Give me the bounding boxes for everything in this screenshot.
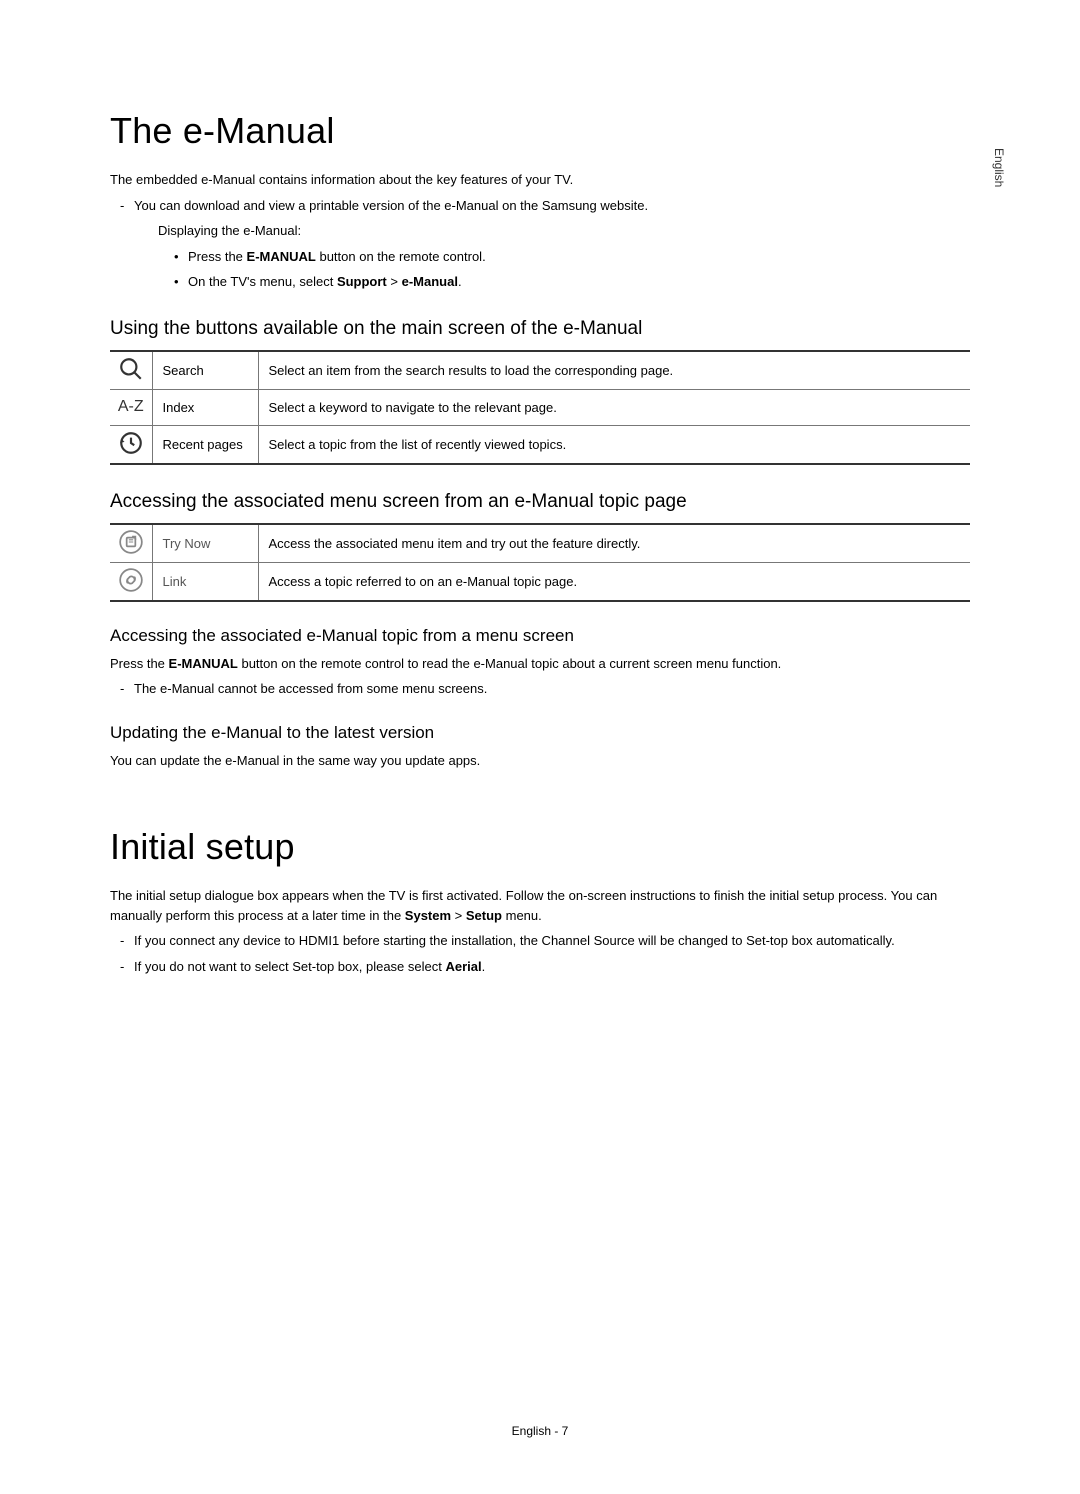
link-icon [110, 562, 152, 601]
intro-paragraph: The embedded e-Manual contains informati… [110, 170, 970, 190]
recent-icon [110, 425, 152, 464]
link-label: Link [152, 562, 258, 601]
from-menu-paragraph: Press the E-MANUAL button on the remote … [110, 654, 970, 674]
updating-paragraph: You can update the e-Manual in the same … [110, 751, 970, 771]
note-text: You can download and view a printable ve… [134, 198, 648, 213]
table-row: Search Select an item from the search re… [110, 351, 970, 390]
step-press-button: Press the E-MANUAL button on the remote … [174, 247, 970, 267]
heading-using-buttons: Using the buttons available on the main … [110, 318, 970, 340]
table-row: Link Access a topic referred to on an e-… [110, 562, 970, 601]
heading-accessing-menu: Accessing the associated menu screen fro… [110, 491, 970, 513]
search-desc: Select an item from the search results t… [258, 351, 970, 390]
document-page: English The e-Manual The embedded e-Manu… [0, 0, 1080, 1494]
trynow-label: Try Now [152, 524, 258, 563]
page-footer: English - 7 [0, 1424, 1080, 1438]
trynow-icon [110, 524, 152, 563]
heading-e-manual: The e-Manual [110, 110, 970, 152]
recent-label: Recent pages [152, 425, 258, 464]
heading-from-menu: Accessing the associated e-Manual topic … [110, 626, 970, 646]
step-menu-select: On the TV's menu, select Support > e-Man… [174, 272, 970, 292]
note-aerial: If you do not want to select Set-top box… [124, 957, 970, 977]
heading-initial-setup: Initial setup [110, 826, 970, 868]
note-download: You can download and view a printable ve… [124, 196, 970, 292]
index-label: Index [152, 389, 258, 425]
trynow-desc: Access the associated menu item and try … [258, 524, 970, 563]
table-row: Recent pages Select a topic from the lis… [110, 425, 970, 464]
recent-desc: Select a topic from the list of recently… [258, 425, 970, 464]
displaying-steps: Press the E-MANUAL button on the remote … [134, 247, 970, 292]
table-row: A-Z Index Select a keyword to navigate t… [110, 389, 970, 425]
from-menu-notes: The e-Manual cannot be accessed from som… [110, 679, 970, 699]
note-list: You can download and view a printable ve… [110, 196, 970, 292]
displaying-label: Displaying the e-Manual: [134, 221, 970, 241]
index-desc: Select a keyword to navigate to the rele… [258, 389, 970, 425]
buttons-table: Search Select an item from the search re… [110, 350, 970, 465]
initial-setup-paragraph: The initial setup dialogue box appears w… [110, 886, 970, 925]
access-table: Try Now Access the associated menu item … [110, 523, 970, 602]
from-menu-note: The e-Manual cannot be accessed from som… [124, 679, 970, 699]
note-hdmi: If you connect any device to HDMI1 befor… [124, 931, 970, 951]
heading-updating: Updating the e-Manual to the latest vers… [110, 723, 970, 743]
table-row: Try Now Access the associated menu item … [110, 524, 970, 563]
search-label: Search [152, 351, 258, 390]
index-icon: A-Z [110, 389, 152, 425]
side-language-label: English [992, 148, 1006, 187]
link-desc: Access a topic referred to on an e-Manua… [258, 562, 970, 601]
initial-setup-notes: If you connect any device to HDMI1 befor… [110, 931, 970, 976]
search-icon [110, 351, 152, 390]
